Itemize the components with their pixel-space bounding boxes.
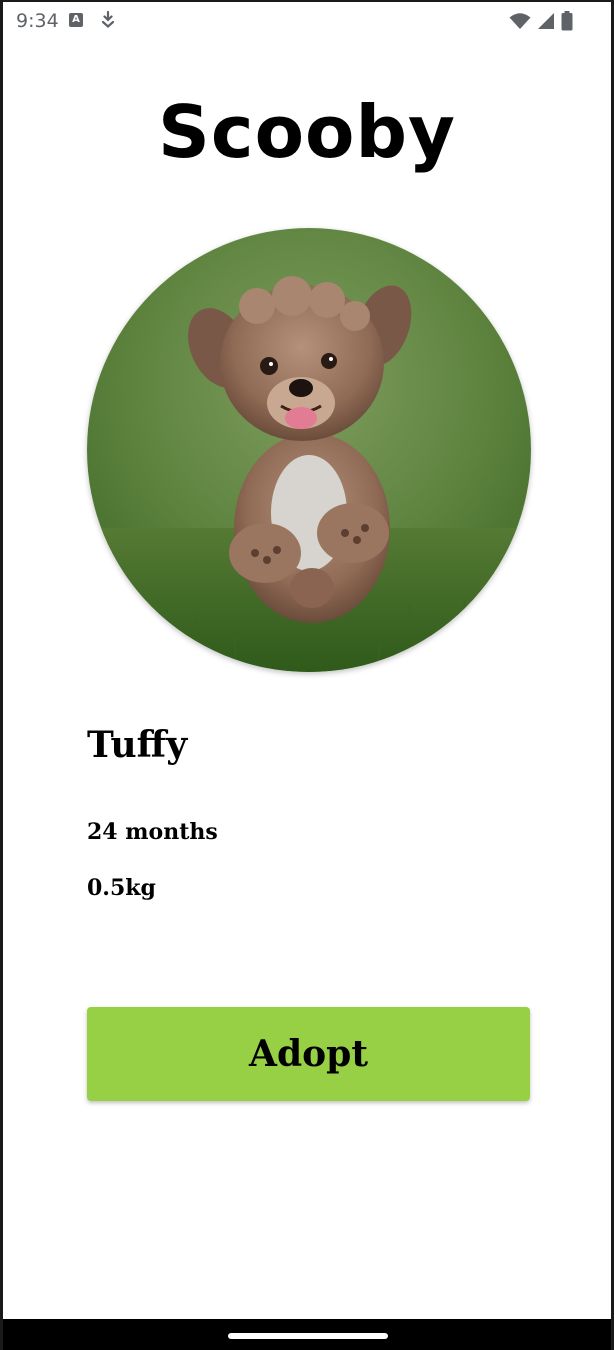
wifi-icon [509,12,531,34]
status-time: 9:34 [16,10,59,32]
adopt-button[interactable]: Adopt [87,1007,530,1101]
a-icon: A [69,13,83,27]
page-title: Scooby [158,90,456,174]
dog-photo [87,228,531,672]
navigation-bar [3,1319,611,1350]
battery-icon [561,11,573,35]
pet-name: Tuffy [87,724,188,766]
pet-weight: 0.5kg [87,875,156,901]
download-icon [100,10,116,33]
pet-age: 24 months [87,819,218,845]
home-handle[interactable] [228,1333,388,1339]
app-screen: 9:34 A Scooby Tuffy 24 months 0.5kg Adop… [0,0,614,1350]
system-status-icons [509,11,573,35]
status-bar: 9:34 A [3,2,611,42]
adopt-button-label: Adopt [249,1033,368,1075]
signal-icon [537,12,555,34]
